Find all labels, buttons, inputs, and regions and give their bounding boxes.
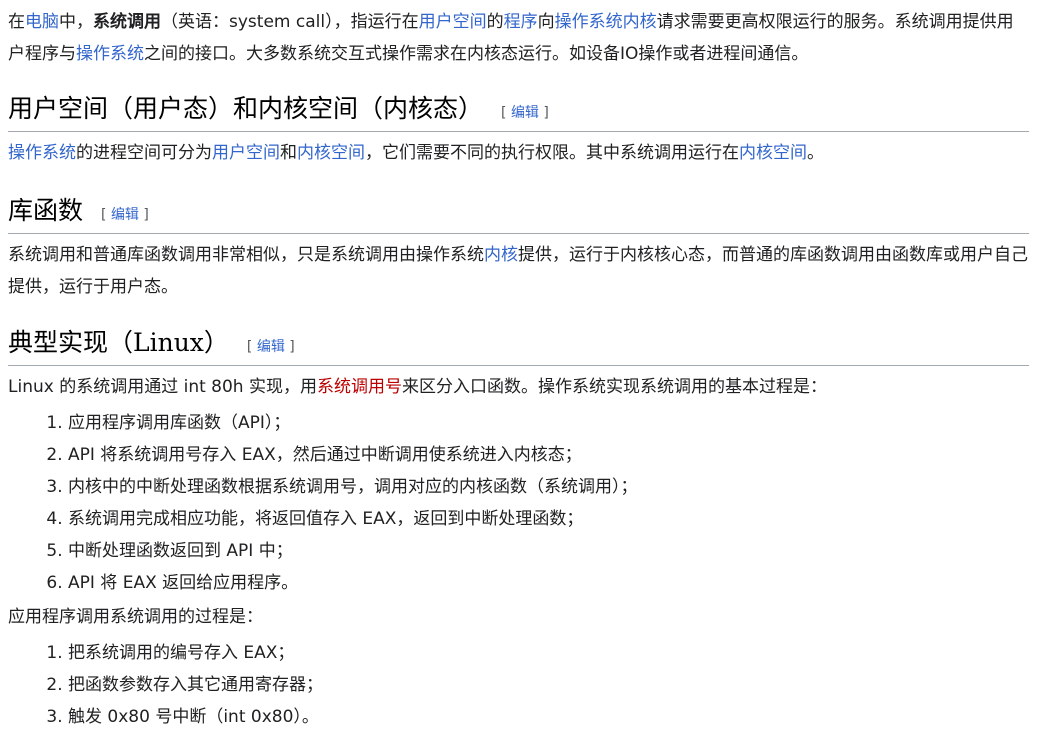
link-kernel[interactable]: 内核 <box>484 245 518 265</box>
link-kernel-space[interactable]: 内核空间 <box>739 143 807 163</box>
link-user-space[interactable]: 用户空间 <box>212 143 280 163</box>
section1-paragraph: 操作系统的进程空间可分为用户空间和内核空间，它们需要不同的执行权限。其中系统调用… <box>8 137 1029 169</box>
list-item: 系统调用完成相应功能，将返回值存入 EAX，返回到中断处理函数； <box>68 503 1029 535</box>
bold-term: 系统调用 <box>93 12 161 32</box>
section3-paragraph: Linux 的系统调用通过 int 80h 实现，用系统调用号来区分入口函数。操… <box>8 371 1029 403</box>
list-item: 内核中的中断处理函数根据系统调用号，调用对应的内核函数（系统调用）； <box>68 471 1029 503</box>
link-syscall-number[interactable]: 系统调用号 <box>317 377 402 397</box>
link-user-space[interactable]: 用户空间 <box>419 12 487 32</box>
edit-button[interactable]: 编辑 <box>511 105 539 121</box>
text-run: 在 <box>8 12 25 32</box>
heading-text: 库函数 <box>8 196 84 225</box>
edit-bracket: [ <box>501 105 511 121</box>
section-heading-library-functions: 库函数 [ 编辑 ] <box>8 194 1029 234</box>
link-computer[interactable]: 电脑 <box>25 12 59 32</box>
section-heading-linux-implementation: 典型实现（Linux） [ 编辑 ] <box>8 326 1029 366</box>
edit-section-link: [ 编辑 ] <box>101 207 149 223</box>
text-run: 中， <box>59 12 93 32</box>
link-os[interactable]: 操作系统 <box>8 143 76 163</box>
text-run: Linux 的系统调用通过 int 80h 实现，用 <box>8 377 317 397</box>
article-content: 在电脑中，系统调用（英语：system call），指运行在用户空间的程序向操作… <box>0 0 1049 755</box>
list-item: 把函数参数存入其它通用寄存器； <box>68 669 1029 701</box>
list-item: 应用程序调用库函数（API）； <box>68 407 1029 439</box>
text-run: ，它们需要不同的执行权限。其中系统调用运行在 <box>365 143 739 163</box>
edit-bracket: ] <box>138 207 149 223</box>
edit-bracket: [ <box>101 207 111 223</box>
text-run: 之间的接口。大多数系统交互式操作需求在内核态运行。如设备IO操作或者进程间通信。 <box>144 44 809 64</box>
edit-button[interactable]: 编辑 <box>111 207 139 223</box>
edit-section-link: [ 编辑 ] <box>247 339 295 355</box>
text-run: 。 <box>807 143 824 163</box>
list-item: API 将 EAX 返回给应用程序。 <box>68 567 1029 599</box>
text-run: （英语：system call），指运行在 <box>161 12 419 32</box>
intro-paragraph: 在电脑中，系统调用（英语：system call），指运行在用户空间的程序向操作… <box>8 0 1029 70</box>
syscall-steps-list: 应用程序调用库函数（API）； API 将系统调用号存入 EAX，然后通过中断调… <box>8 407 1029 599</box>
app-call-steps-list: 把系统调用的编号存入 EAX； 把函数参数存入其它通用寄存器； 触发 0x80 … <box>8 637 1029 733</box>
link-program[interactable]: 程序 <box>504 12 538 32</box>
edit-section-link: [ 编辑 ] <box>501 105 549 121</box>
text-run: 来区分入口函数。操作系统实现系统调用的基本过程是： <box>402 377 827 397</box>
list-item: 把系统调用的编号存入 EAX； <box>68 637 1029 669</box>
heading-text: 典型实现（Linux） <box>8 328 229 357</box>
section-heading-user-kernel-space: 用户空间（用户态）和内核空间（内核态） [ 编辑 ] <box>8 92 1029 132</box>
edit-bracket: ] <box>538 105 549 121</box>
list-item: 中断处理函数返回到 API 中； <box>68 535 1029 567</box>
text-run: 和 <box>280 143 297 163</box>
section3-paragraph-2: 应用程序调用系统调用的过程是： <box>8 607 263 627</box>
heading-text: 用户空间（用户态）和内核空间（内核态） <box>8 94 484 123</box>
text-run: 的 <box>486 12 504 32</box>
link-os[interactable]: 操作系统 <box>76 44 144 64</box>
text-run: 系统调用和普通库函数调用非常相似，只是系统调用由操作系统 <box>8 245 484 265</box>
section2-paragraph: 系统调用和普通库函数调用非常相似，只是系统调用由操作系统内核提供，运行于内核核心… <box>8 239 1029 303</box>
edit-button[interactable]: 编辑 <box>257 339 285 355</box>
list-item: 触发 0x80 号中断（int 0x80）。 <box>68 701 1029 733</box>
edit-bracket: ] <box>284 339 295 355</box>
link-kernel-space[interactable]: 内核空间 <box>297 143 365 163</box>
link-os-kernel[interactable]: 操作系统内核 <box>555 12 657 32</box>
text-run: 向 <box>537 12 555 32</box>
text-run: 的进程空间可分为 <box>76 143 212 163</box>
edit-bracket: [ <box>246 339 257 355</box>
list-item: API 将系统调用号存入 EAX，然后通过中断调用使系统进入内核态； <box>68 439 1029 471</box>
